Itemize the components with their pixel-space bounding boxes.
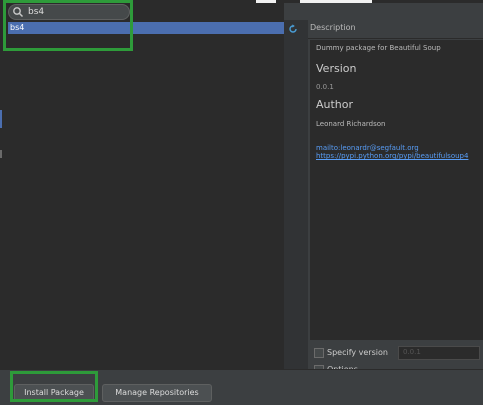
refresh-icon[interactable]	[288, 24, 298, 34]
specify-version-checkbox[interactable]	[314, 348, 324, 358]
version-heading: Version	[316, 62, 357, 75]
author-email-link[interactable]: mailto:leonardr@segfault.org	[316, 144, 419, 152]
search-highlight-box	[3, 0, 133, 51]
package-summary: Dummy package for Beautiful Soup	[316, 44, 441, 52]
pypi-link[interactable]: https://pypi.python.org/pypi/beautifulso…	[316, 152, 468, 160]
manage-repositories-button[interactable]: Manage Repositories	[102, 384, 212, 402]
author-heading: Author	[316, 98, 354, 111]
description-panel	[310, 40, 483, 340]
left-edge-marker	[0, 110, 2, 128]
description-separator	[308, 38, 483, 39]
description-label: Description	[310, 23, 356, 32]
specify-version-label: Specify version	[327, 348, 388, 357]
version-value: 0.0.1	[316, 83, 334, 91]
left-edge-marker-2	[0, 150, 2, 158]
package-list[interactable]: bs4	[8, 22, 284, 368]
version-input[interactable]: 0.0.1	[398, 346, 480, 360]
divider-gutter	[284, 20, 308, 369]
author-value: Leonard Richardson	[316, 120, 386, 128]
title-strip-light-2	[300, 0, 372, 3]
version-input-value: 0.0.1	[403, 348, 421, 356]
install-highlight-box	[10, 371, 98, 402]
